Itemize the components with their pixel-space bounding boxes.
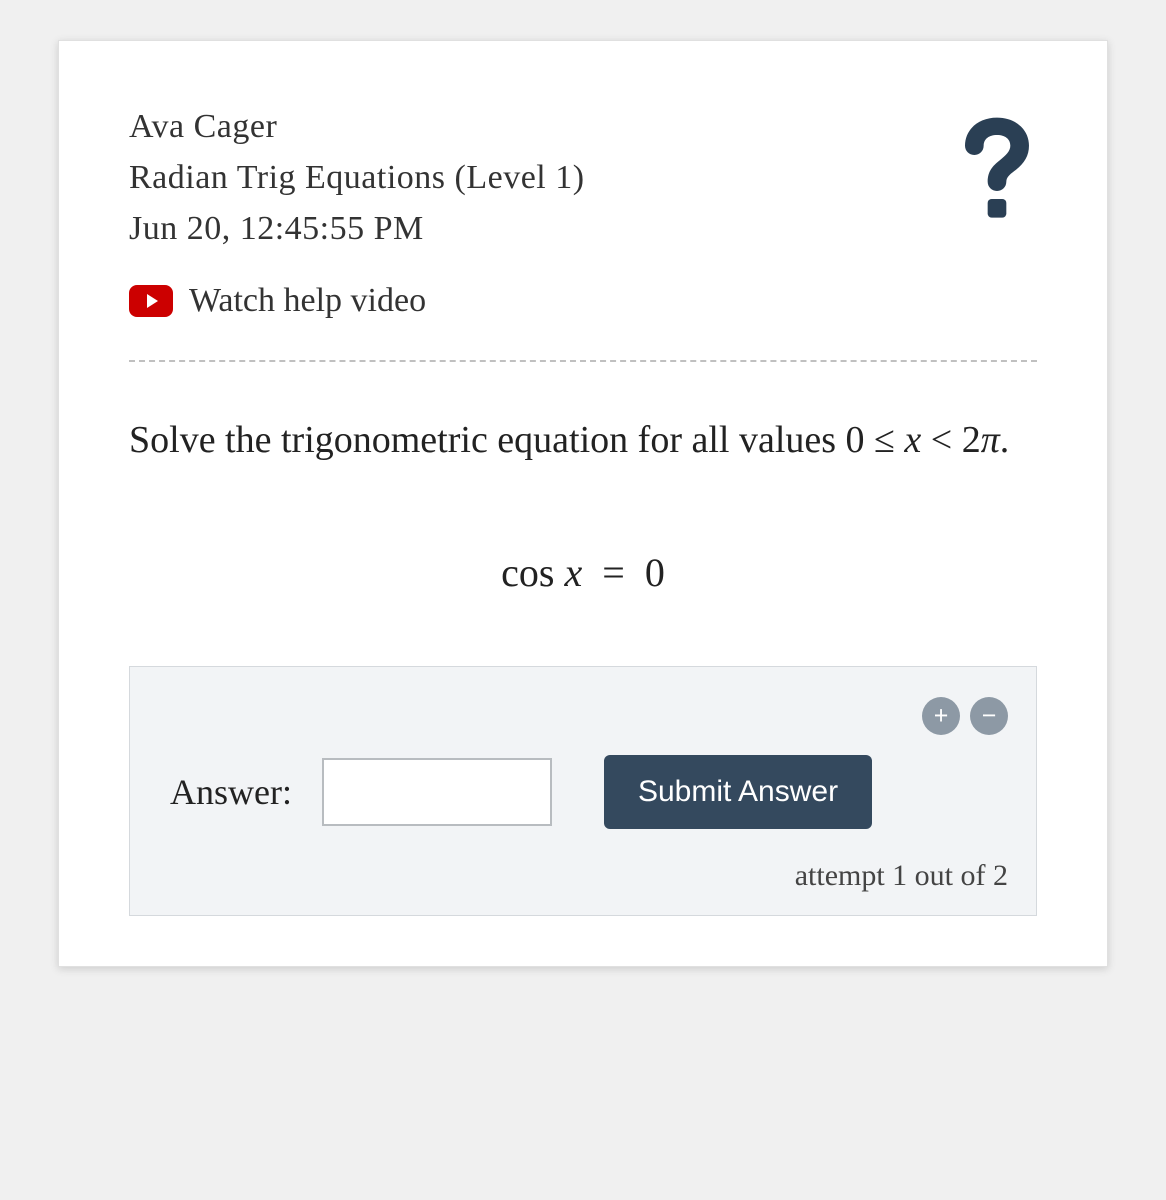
help-icon[interactable] — [957, 111, 1037, 211]
answer-controls: + − — [170, 697, 1008, 735]
datetime: Jun 20, 12:45:55 PM — [129, 203, 957, 254]
domain-math: 0 ≤ x < 2π. — [846, 419, 1010, 461]
video-link-label: Watch help video — [189, 282, 426, 320]
header-row: Ava Cager Radian Trig Equations (Level 1… — [129, 101, 1037, 254]
assignment-title: Radian Trig Equations (Level 1) — [129, 152, 957, 203]
prompt-prefix: Solve the trigonometric equation for all… — [129, 419, 846, 461]
problem-prompt: Solve the trigonometric equation for all… — [129, 412, 1037, 469]
watch-video-link[interactable]: Watch help video — [129, 282, 1037, 320]
divider — [129, 360, 1037, 362]
student-name: Ava Cager — [129, 101, 957, 152]
header-text-block: Ava Cager Radian Trig Equations (Level 1… — [129, 101, 957, 254]
attempt-counter: attempt 1 out of 2 — [170, 859, 1008, 893]
answer-box: + − Answer: Submit Answer attempt 1 out … — [129, 666, 1037, 916]
equation: cos x = 0 — [129, 549, 1037, 596]
add-answer-button[interactable]: + — [922, 697, 960, 735]
youtube-icon — [129, 285, 173, 317]
submit-button[interactable]: Submit Answer — [604, 755, 872, 829]
remove-answer-button[interactable]: − — [970, 697, 1008, 735]
answer-input[interactable] — [322, 758, 552, 826]
answer-label: Answer: — [170, 771, 292, 813]
answer-row: Answer: Submit Answer — [170, 755, 1008, 829]
problem-card: Ava Cager Radian Trig Equations (Level 1… — [58, 40, 1108, 967]
